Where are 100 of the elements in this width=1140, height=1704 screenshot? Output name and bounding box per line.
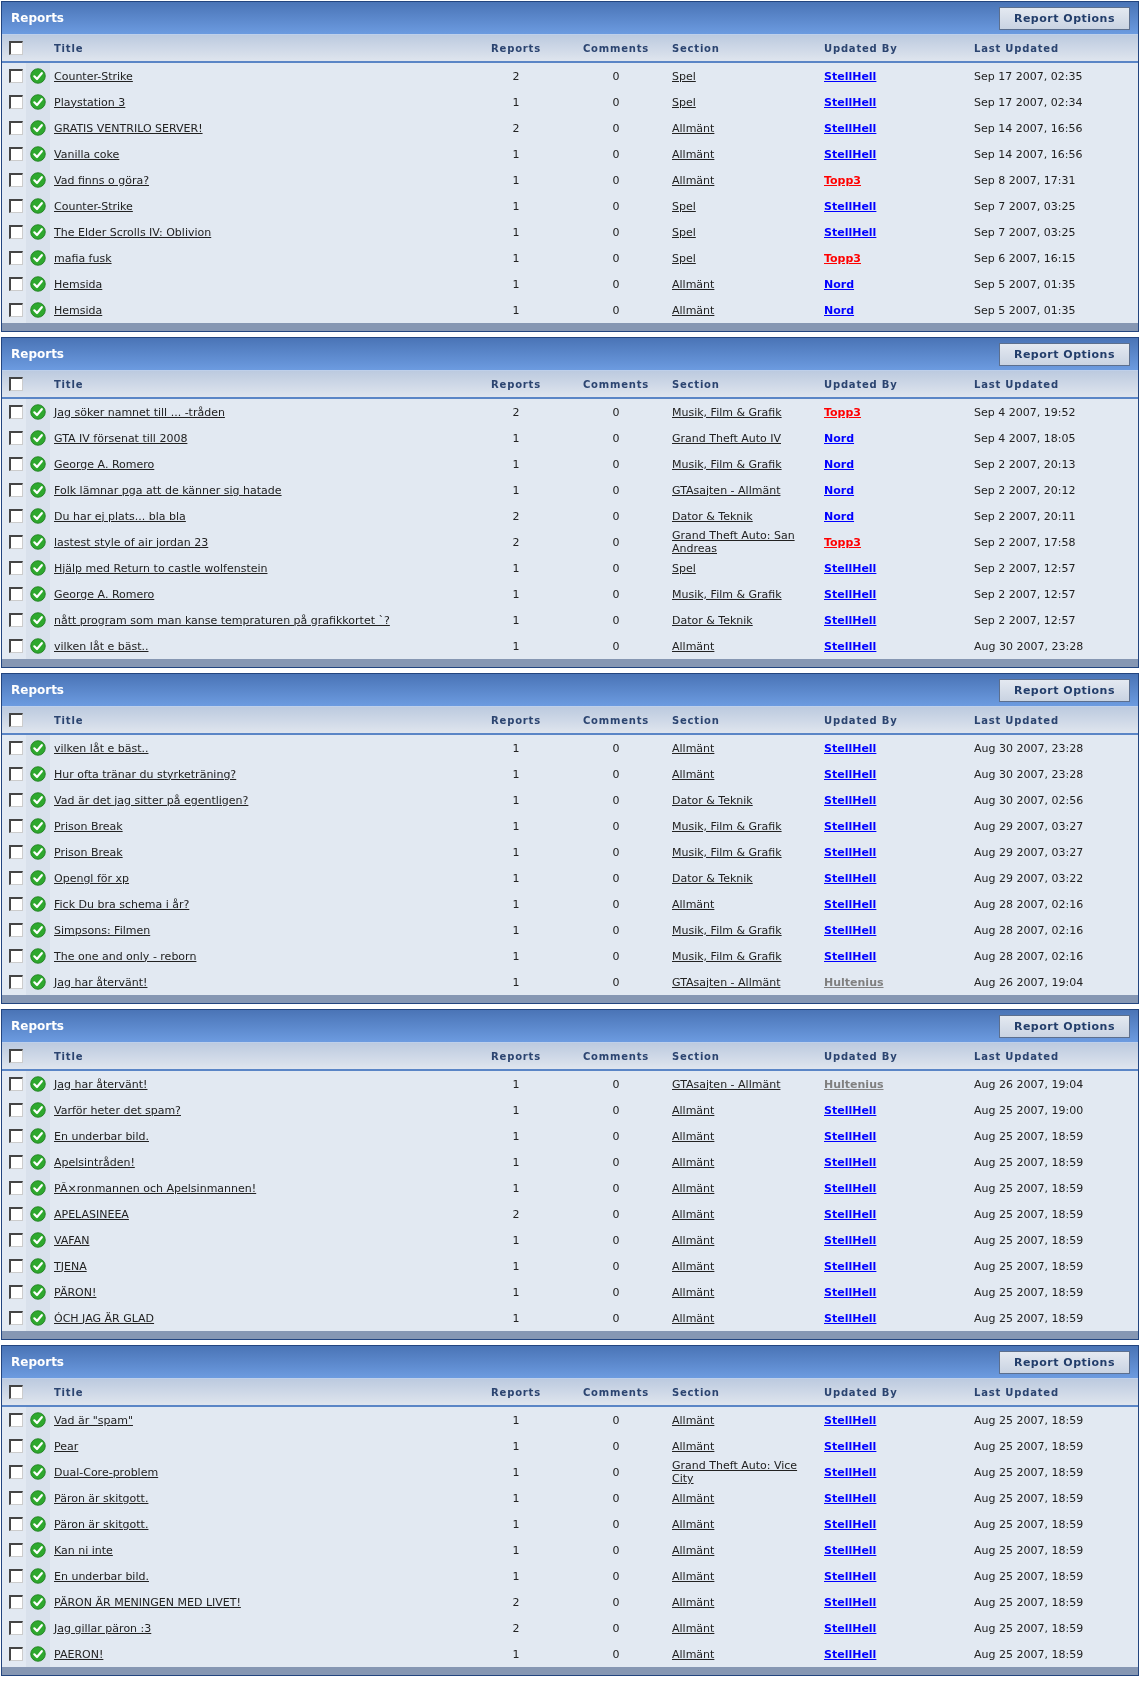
section-link[interactable]: GTAsajten - Allmänt (672, 483, 801, 497)
section-link[interactable]: Spel (672, 199, 716, 213)
user-link[interactable]: StellHell (824, 121, 877, 135)
section-link[interactable]: Allmänt (672, 1595, 735, 1609)
row-checkbox[interactable] (9, 535, 23, 549)
report-title-link[interactable]: Kan ni inte (54, 1543, 113, 1557)
row-checkbox[interactable] (9, 613, 23, 627)
section-link[interactable]: Allmänt (672, 1647, 735, 1661)
section-link[interactable]: Allmänt (672, 1311, 735, 1325)
report-title-link[interactable]: Hemsida (54, 277, 103, 291)
user-link[interactable]: Nord (824, 277, 855, 291)
section-link[interactable]: Spel (672, 251, 716, 265)
report-title-link[interactable]: nått program som man kanse tempraturen på grafikkortet `? (54, 613, 390, 627)
section-link[interactable]: Allmänt (672, 1207, 735, 1221)
row-checkbox[interactable] (9, 1311, 23, 1325)
report-title-link[interactable]: George A. Romero (54, 587, 155, 601)
report-title-link[interactable]: George A. Romero (54, 457, 155, 471)
row-checkbox[interactable] (9, 69, 23, 83)
section-link[interactable]: Allmänt (672, 1413, 735, 1427)
row-checkbox[interactable] (9, 457, 23, 471)
section-link[interactable]: Allmänt (672, 1259, 735, 1273)
select-all-checkbox[interactable] (9, 377, 23, 391)
user-link[interactable]: StellHell (824, 741, 877, 755)
row-checkbox[interactable] (9, 1569, 23, 1583)
report-title-link[interactable]: PÄRON! (54, 1285, 97, 1299)
user-link[interactable]: StellHell (824, 1129, 877, 1143)
row-checkbox[interactable] (9, 121, 23, 135)
row-checkbox[interactable] (9, 897, 23, 911)
row-checkbox[interactable] (9, 1155, 23, 1169)
section-link[interactable]: Dator & Teknik (672, 613, 773, 627)
report-title-link[interactable]: Päron är skitgott. (54, 1491, 149, 1505)
row-checkbox[interactable] (9, 1647, 23, 1661)
section-link[interactable]: Spel (672, 95, 716, 109)
user-link[interactable]: StellHell (824, 95, 877, 109)
row-checkbox[interactable] (9, 793, 23, 807)
user-link[interactable]: StellHell (824, 1569, 877, 1583)
row-checkbox[interactable] (9, 1129, 23, 1143)
report-title-link[interactable]: Jag gillar päron :3 (54, 1621, 152, 1635)
row-checkbox[interactable] (9, 949, 23, 963)
report-title-link[interactable]: APELASINEEA (54, 1207, 129, 1221)
select-all-checkbox[interactable] (9, 1385, 23, 1399)
user-link[interactable]: StellHell (824, 1647, 877, 1661)
report-title-link[interactable]: Vanilla coke (54, 147, 120, 161)
row-checkbox[interactable] (9, 845, 23, 859)
section-link[interactable]: Allmänt (672, 1543, 735, 1557)
report-title-link[interactable]: Counter-Strike (54, 199, 133, 213)
report-title-link[interactable]: Du har ej plats... bla bla (54, 509, 186, 523)
user-link[interactable]: Nord (824, 457, 855, 471)
report-title-link[interactable]: The one and only - reborn (54, 949, 197, 963)
row-checkbox[interactable] (9, 251, 23, 265)
section-link[interactable]: Allmänt (672, 173, 735, 187)
report-title-link[interactable]: Pear (54, 1439, 79, 1453)
row-checkbox[interactable] (9, 147, 23, 161)
report-options-button[interactable]: Report Options (998, 1350, 1130, 1374)
user-link[interactable]: StellHell (824, 1413, 877, 1427)
report-title-link[interactable]: Prison Break (54, 819, 123, 833)
user-link[interactable]: StellHell (824, 1259, 877, 1273)
row-checkbox[interactable] (9, 819, 23, 833)
section-link[interactable]: Musik, Film & Grafik (672, 819, 802, 833)
row-checkbox[interactable] (9, 1491, 23, 1505)
row-checkbox[interactable] (9, 741, 23, 755)
user-link[interactable]: StellHell (824, 1103, 877, 1117)
section-link[interactable]: Allmänt (672, 1233, 735, 1247)
section-link[interactable]: Allmänt (672, 277, 735, 291)
report-title-link[interactable]: GTA IV försenat till 2008 (54, 431, 188, 445)
user-link[interactable]: StellHell (824, 845, 877, 859)
section-link[interactable]: Allmänt (672, 1491, 735, 1505)
report-title-link[interactable]: Päron är skitgott. (54, 1517, 149, 1531)
user-link[interactable]: StellHell (824, 1439, 877, 1453)
report-title-link[interactable]: The Elder Scrolls IV: Oblivion (54, 225, 212, 239)
row-checkbox[interactable] (9, 1259, 23, 1273)
section-link[interactable]: GTAsajten - Allmänt (672, 1077, 801, 1091)
report-title-link[interactable]: PÃ×ronmannen och Apelsinmannen! (54, 1181, 257, 1195)
section-link[interactable]: Musik, Film & Grafik (672, 949, 802, 963)
report-title-link[interactable]: lastest style of air jordan 23 (54, 535, 209, 549)
section-link[interactable]: Spel (672, 225, 716, 239)
report-title-link[interactable]: Vad är "spam" (54, 1413, 133, 1427)
report-title-link[interactable]: En underbar bild. (54, 1569, 149, 1583)
row-checkbox[interactable] (9, 431, 23, 445)
user-link[interactable]: StellHell (824, 1491, 877, 1505)
user-link[interactable]: StellHell (824, 1207, 877, 1221)
user-link[interactable]: StellHell (824, 561, 877, 575)
row-checkbox[interactable] (9, 509, 23, 523)
section-link[interactable]: Musik, Film & Grafik (672, 587, 802, 601)
user-link[interactable]: StellHell (824, 1621, 877, 1635)
section-link[interactable]: Allmänt (672, 303, 735, 317)
user-link[interactable]: StellHell (824, 897, 877, 911)
row-checkbox[interactable] (9, 1207, 23, 1221)
row-checkbox[interactable] (9, 975, 23, 989)
select-all-checkbox[interactable] (9, 1049, 23, 1063)
report-title-link[interactable]: Dual-Core-problem (54, 1465, 159, 1479)
section-link[interactable]: Allmänt (672, 1129, 735, 1143)
report-title-link[interactable]: Jag har återvänt! (54, 1077, 148, 1091)
report-options-button[interactable]: Report Options (998, 342, 1130, 366)
report-title-link[interactable]: Fick Du bra schema i år? (54, 897, 190, 911)
select-all-checkbox[interactable] (9, 41, 23, 55)
row-checkbox[interactable] (9, 173, 23, 187)
row-checkbox[interactable] (9, 923, 23, 937)
section-link[interactable]: Musik, Film & Grafik (672, 457, 802, 471)
section-link[interactable]: Allmänt (672, 1181, 735, 1195)
